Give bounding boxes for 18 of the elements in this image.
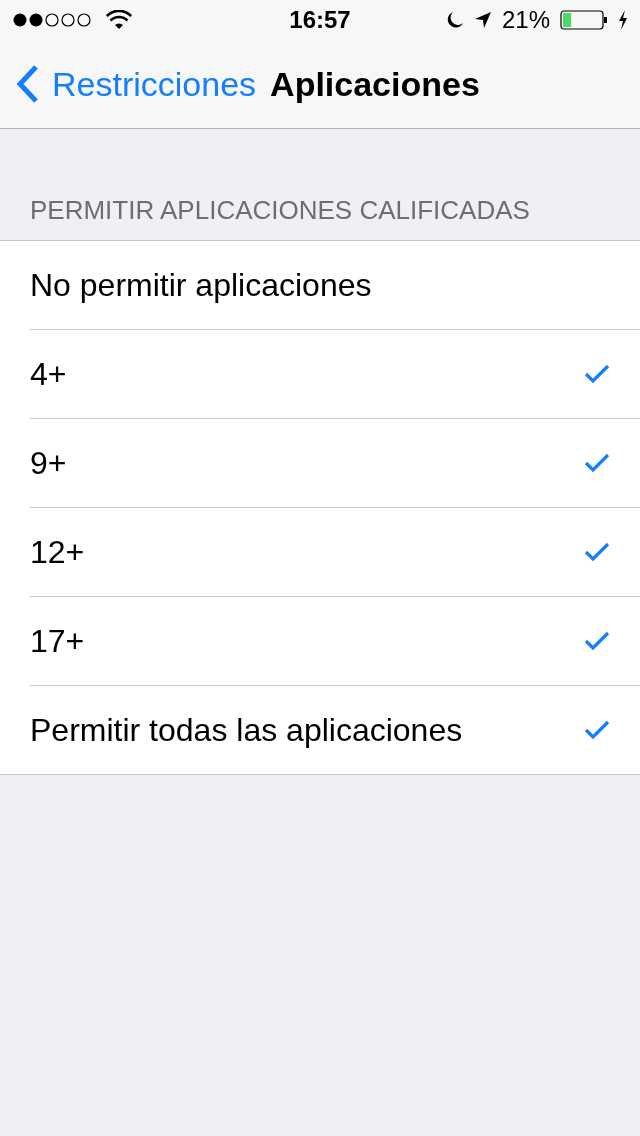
option-row[interactable]: 17+	[30, 597, 640, 686]
option-row[interactable]: 12+	[30, 508, 640, 597]
battery-icon	[560, 10, 608, 30]
option-row[interactable]: 4+	[30, 330, 640, 419]
section-header: PERMITIR APLICACIONES CALIFICADAS	[29, 194, 531, 227]
option-row[interactable]: 9+	[30, 419, 640, 508]
signal-icon	[12, 12, 94, 28]
charging-bolt-icon	[618, 10, 628, 30]
wifi-icon	[106, 10, 132, 30]
location-arrow-icon	[473, 11, 492, 29]
option-row[interactable]: No permitir aplicaciones	[30, 241, 640, 330]
back-chevron-icon	[14, 64, 40, 104]
status-time: 16:57	[289, 6, 351, 34]
nav-title: Aplicaciones	[270, 64, 480, 104]
option-row[interactable]: Permitir todas las aplicaciones	[30, 686, 640, 774]
back-button[interactable]: Restricciones	[14, 64, 257, 104]
moon-icon	[445, 11, 464, 29]
battery-percent: 21%	[501, 6, 550, 34]
